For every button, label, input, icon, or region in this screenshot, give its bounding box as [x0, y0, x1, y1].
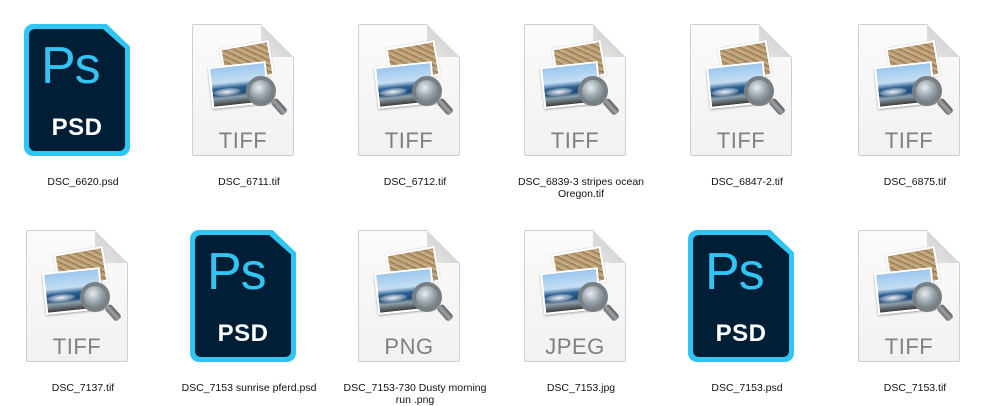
file-item[interactable]: TIFF DSC_6839-3 stripes ocean Oregon.tif [498, 0, 664, 200]
file-type-label: TIFF [884, 128, 934, 153]
file-name-label: DSC_7137.tif [51, 382, 115, 394]
file-type-label: PNG [384, 334, 434, 359]
file-type-label: TIFF [218, 128, 268, 153]
file-type-label: TIFF [716, 128, 766, 153]
file-name-label: DSC_7153.tif [883, 382, 947, 394]
file-name-label: DSC_6711.tif [218, 176, 280, 188]
ps-logo-text: Ps [705, 243, 765, 301]
file-name-label: DSC_6847-2.tif [711, 176, 783, 188]
photoshop-psd-file-icon: Ps PSD [688, 230, 794, 362]
photoshop-psd-file-icon: Ps PSD [24, 24, 130, 156]
file-name-label: DSC_7153.psd [711, 382, 783, 394]
file-name-label: DSC_6875.tif [883, 176, 947, 188]
file-type-label: PSD [715, 320, 767, 347]
file-item[interactable]: TIFF DSC_6711.tif [166, 0, 332, 200]
file-name-label: DSC_6712.tif [383, 176, 447, 188]
image-preview-document-icon: TIFF [358, 24, 460, 156]
file-type-label: JPEG [545, 334, 605, 359]
file-type-label: TIFF [884, 334, 934, 359]
icon-row-2: TIFF DSC_7137.tif Ps PSD DSC_7153 sunris… [0, 206, 998, 406]
image-preview-document-icon: PNG [358, 230, 460, 362]
finder-icon-grid: Ps PSD DSC_6620.psd TIFF DSC_6711.tif TI… [0, 0, 998, 406]
file-name-label: DSC_7153 sunrise pferd.psd [181, 382, 317, 394]
file-type-label: PSD [51, 114, 103, 141]
file-item[interactable]: PNG DSC_7153-730 Dusty morning run .png [332, 206, 498, 406]
file-item[interactable]: TIFF DSC_6847-2.tif [664, 0, 830, 200]
file-name-label: DSC_6839-3 stripes ocean Oregon.tif [517, 176, 645, 200]
image-preview-document-icon: JPEG [524, 230, 626, 362]
file-item[interactable]: TIFF DSC_7137.tif [0, 206, 166, 406]
file-item[interactable]: TIFF DSC_6712.tif [332, 0, 498, 200]
image-preview-document-icon: TIFF [26, 230, 128, 362]
file-name-label: DSC_6620.psd [47, 176, 119, 188]
file-item[interactable]: TIFF DSC_6875.tif [832, 0, 998, 200]
file-item[interactable]: TIFF DSC_7153.tif [832, 206, 998, 406]
file-type-label: TIFF [550, 128, 600, 153]
image-preview-document-icon: TIFF [690, 24, 792, 156]
file-item[interactable]: Ps PSD DSC_7153.psd [664, 206, 830, 406]
photoshop-psd-file-icon: Ps PSD [190, 230, 296, 362]
file-item[interactable]: Ps PSD DSC_6620.psd [0, 0, 166, 200]
file-type-label: PSD [217, 320, 269, 347]
file-type-label: TIFF [384, 128, 434, 153]
image-preview-document-icon: TIFF [858, 230, 960, 362]
file-type-label: TIFF [52, 334, 102, 359]
image-preview-document-icon: TIFF [858, 24, 960, 156]
file-name-label: DSC_7153-730 Dusty morning run .png [343, 382, 487, 406]
ps-logo-text: Ps [207, 243, 267, 301]
image-preview-document-icon: TIFF [524, 24, 626, 156]
file-item[interactable]: JPEG DSC_7153.jpg [498, 206, 664, 406]
ps-logo-text: Ps [41, 37, 101, 95]
file-item[interactable]: Ps PSD DSC_7153 sunrise pferd.psd [166, 206, 332, 406]
image-preview-document-icon: TIFF [192, 24, 294, 156]
file-name-label: DSC_7153.jpg [546, 382, 616, 394]
icon-row-1: Ps PSD DSC_6620.psd TIFF DSC_6711.tif TI… [0, 0, 998, 200]
